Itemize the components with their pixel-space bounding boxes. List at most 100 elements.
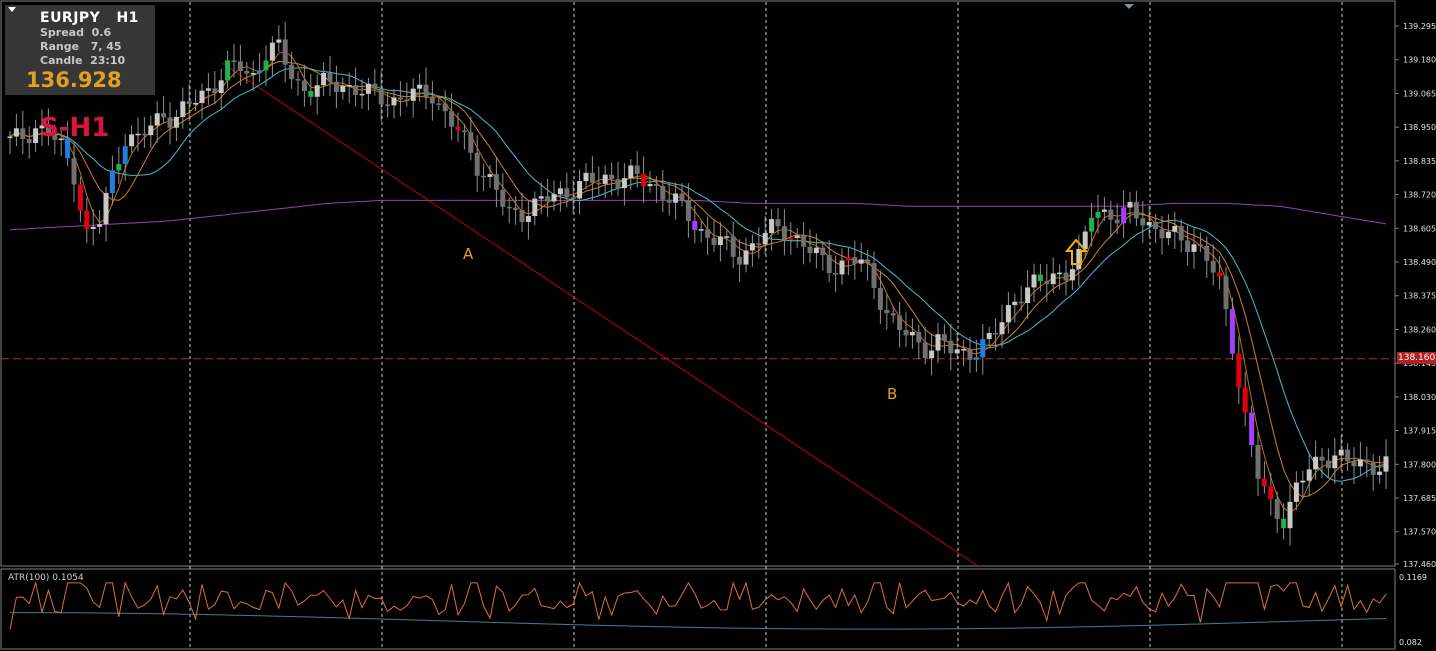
candle-body [378, 88, 384, 105]
y-tick-label: 138.605 [1403, 224, 1436, 233]
candle-body [109, 170, 115, 194]
trendline[interactable] [221, 62, 979, 567]
candle-body [980, 339, 986, 358]
candle-body [794, 235, 800, 238]
candle-body [666, 199, 672, 203]
candle-body [948, 340, 954, 354]
menu-dropdown-icon[interactable] [8, 7, 16, 12]
candle-body [845, 257, 851, 261]
candle-body [148, 125, 154, 136]
candle-body [557, 188, 563, 195]
candle-body [1172, 226, 1178, 232]
timeframe-badge: S-H1 [40, 113, 110, 143]
candle-body [385, 104, 391, 106]
candle-body [167, 117, 173, 128]
price-chart[interactable]: 139.295 139.180 139.065 138.950 138.835 138.7… [0, 0, 1436, 651]
candle-body [97, 224, 103, 227]
candle-body [372, 83, 378, 89]
candle-body [1057, 272, 1063, 275]
candle-body [884, 309, 890, 314]
candle-body [468, 132, 474, 153]
candle-body [634, 165, 640, 174]
candle-body [77, 184, 83, 211]
candle-body [1210, 260, 1216, 273]
candle-body [225, 60, 231, 81]
candle-body [237, 61, 243, 71]
candle-body [1370, 462, 1376, 475]
candle-body [1082, 231, 1088, 250]
candle-body [506, 206, 512, 209]
candle-body [513, 207, 519, 211]
candle-body [852, 257, 858, 264]
candle-body [737, 256, 743, 265]
spread-row: Spread 0.6 [40, 26, 111, 39]
candle-body [1153, 221, 1159, 230]
candle-body [1351, 461, 1357, 467]
candle-body [973, 357, 979, 360]
candle-body [1281, 518, 1287, 529]
candle-body [1037, 274, 1043, 282]
candle-row: Candle 23:10 [40, 54, 125, 67]
candle-body [212, 88, 218, 94]
candle-body [1325, 460, 1331, 469]
candle-body [353, 85, 359, 95]
candle-body [1121, 207, 1127, 224]
candle-body [570, 197, 576, 199]
candle-body [813, 247, 819, 254]
y-tick-label: 139.180 [1403, 56, 1436, 65]
candle-body [1223, 276, 1229, 310]
candle-body [922, 342, 928, 359]
candle-body [13, 128, 19, 137]
current-price: 136.928 [26, 68, 122, 92]
candle-body [986, 333, 992, 340]
candle-body [801, 235, 807, 247]
candle-body [71, 158, 77, 185]
candle-body [871, 263, 877, 288]
candle-body [340, 85, 346, 92]
candle-body [314, 85, 320, 97]
candle-body [564, 188, 570, 198]
candle-body [596, 182, 602, 185]
candle-body [1313, 456, 1319, 470]
candle-body [135, 133, 141, 136]
candle-body [359, 93, 365, 96]
period-marker-icon [1124, 4, 1134, 9]
candle-body [218, 80, 224, 94]
spread-label: Spread [40, 26, 84, 39]
candle-body [583, 172, 589, 182]
candle-body [769, 219, 775, 233]
candle-body [1140, 218, 1146, 226]
candle-body [404, 99, 410, 101]
candle-body [1159, 229, 1165, 239]
candle-body [967, 349, 973, 360]
candle-body [589, 172, 595, 183]
candle-body [1108, 209, 1114, 220]
candle-body [429, 96, 435, 104]
candle-body [551, 194, 557, 202]
candle-body [807, 246, 813, 254]
candle-body [1063, 272, 1069, 281]
candle-timer-value: 23:10 [90, 54, 126, 67]
candle-body [436, 103, 442, 105]
candle-body [839, 260, 845, 275]
candle-body [653, 184, 659, 186]
symbol-label: EURJPY H1 [40, 10, 139, 26]
candle-body [1217, 272, 1223, 277]
ma-teal-line [9, 67, 1387, 482]
candle-body [1146, 221, 1152, 226]
y-axis-ticks: 139.295 139.180 139.065 138.950 138.835 138.7… [1395, 22, 1436, 569]
atr-average-line [10, 612, 1387, 630]
candle-body [321, 72, 327, 86]
candle-body [1274, 499, 1280, 519]
candle-body [730, 236, 736, 257]
candle-body [698, 229, 704, 231]
candle-body [250, 72, 256, 75]
candle-body [276, 39, 282, 43]
candle-body [1332, 455, 1338, 469]
y-tick-label: 137.915 [1403, 427, 1436, 436]
candle-body [705, 229, 711, 238]
candle-body [180, 101, 186, 117]
candle-body [692, 220, 698, 231]
range-value: 7, 45 [90, 40, 122, 53]
candle-body [762, 232, 768, 245]
